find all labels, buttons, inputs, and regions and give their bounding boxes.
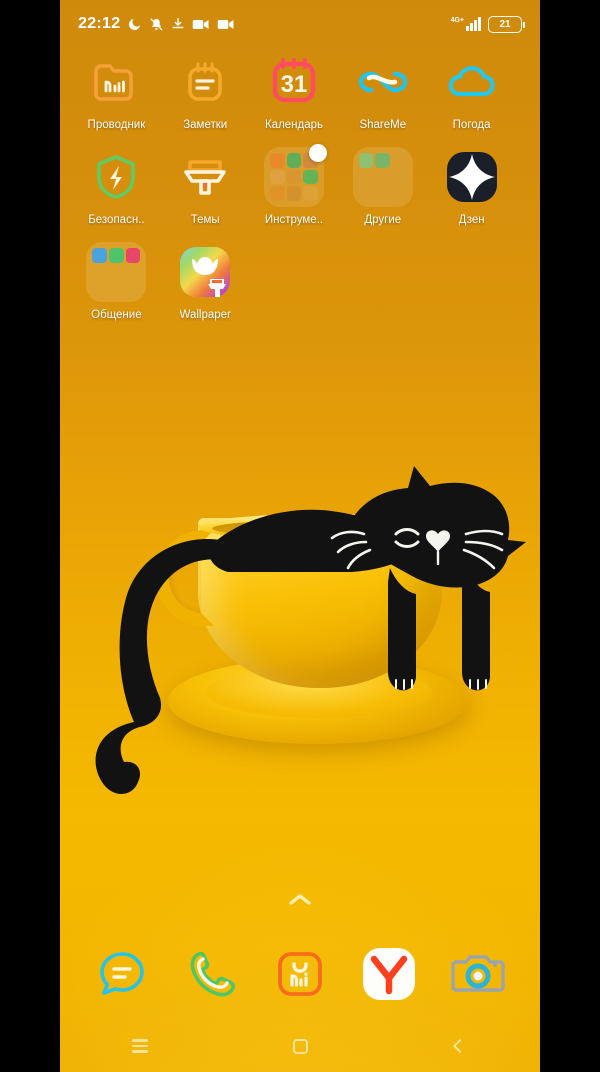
video-recorder-icon bbox=[192, 18, 210, 31]
svg-text:31: 31 bbox=[281, 71, 308, 98]
app-label: Безопасн.. bbox=[88, 214, 145, 226]
app-icon-bezopasnost[interactable]: Безопасн.. bbox=[72, 147, 161, 226]
home-square-icon bbox=[292, 1038, 308, 1054]
nav-button-back[interactable] bbox=[430, 1026, 490, 1066]
mini-app-icon bbox=[286, 169, 302, 185]
app-label: Wallpaper bbox=[179, 309, 231, 321]
file-explorer-mi-folder-icon bbox=[86, 52, 146, 112]
recents-menu-icon bbox=[132, 1039, 148, 1053]
tools-folder-icon bbox=[263, 144, 327, 207]
app-icon-shareme[interactable]: ShareMe bbox=[338, 52, 427, 131]
dock-app-camera[interactable] bbox=[447, 943, 509, 1005]
wallpaper-image bbox=[60, 430, 540, 830]
folder-preview-grid bbox=[263, 144, 327, 207]
app-label: Дзен bbox=[458, 214, 485, 226]
download-icon bbox=[171, 17, 185, 31]
back-chevron-icon bbox=[452, 1038, 468, 1054]
app-label: Другие bbox=[364, 214, 402, 226]
shareme-infinity-icon bbox=[353, 52, 413, 112]
phone-handset-icon bbox=[190, 951, 236, 997]
app-grid: Проводник Заметки 31 Календарь ShareMe П… bbox=[60, 52, 540, 337]
camera-icon bbox=[450, 955, 505, 992]
app-folder-drugie[interactable]: Другие bbox=[338, 147, 427, 226]
moon-dnd-icon bbox=[127, 17, 142, 32]
status-bar-right: 4G+ 21 bbox=[451, 15, 525, 33]
app-icon-temy[interactable]: Темы bbox=[161, 147, 250, 226]
dock-app-yandex-browser[interactable] bbox=[358, 943, 420, 1005]
wallpaper-cat-silhouette bbox=[95, 466, 526, 794]
wallpaper-tulip-icon bbox=[175, 242, 235, 302]
dock-app-phone[interactable] bbox=[180, 943, 242, 1005]
app-icon-pogoda[interactable]: Погода bbox=[427, 52, 516, 131]
messaging-folder-icon bbox=[86, 242, 147, 302]
nav-button-recents[interactable] bbox=[110, 1026, 170, 1066]
app-label: Календарь bbox=[264, 119, 324, 131]
app-row: Проводник Заметки 31 Календарь ShareMe П… bbox=[72, 52, 528, 131]
app-icon-zametki[interactable]: Заметки bbox=[161, 52, 250, 131]
mini-app-icon bbox=[303, 169, 318, 185]
app-icon-provodnik[interactable]: Проводник bbox=[72, 52, 161, 131]
notes-notepad-icon bbox=[175, 52, 235, 112]
status-bar-left: 22:12 bbox=[78, 15, 235, 33]
yandex-browser-y-icon bbox=[362, 948, 415, 1000]
status-bar[interactable]: 22:12 4G+ 21 bbox=[60, 0, 540, 48]
dock bbox=[60, 932, 540, 1016]
mini-app-icon bbox=[269, 186, 285, 201]
video-recorder-icon bbox=[217, 18, 235, 31]
battery-level-label: 21 bbox=[499, 18, 511, 30]
mini-app-icon bbox=[303, 186, 318, 201]
app-label: Общение bbox=[91, 309, 142, 321]
app-row: Общение Wallpaper bbox=[72, 242, 528, 321]
network-type-label: 4G+ bbox=[450, 17, 464, 24]
weather-cloud-icon bbox=[442, 52, 502, 112]
mini-app-icon bbox=[269, 153, 285, 168]
app-icon-kalendar[interactable]: 31 Календарь bbox=[250, 52, 339, 131]
dock-app-mi-apps[interactable] bbox=[269, 943, 331, 1005]
mini-app-icon bbox=[286, 186, 302, 201]
bell-muted-icon bbox=[149, 17, 164, 32]
app-label: Проводник bbox=[87, 119, 146, 131]
mini-app-icon bbox=[125, 248, 141, 263]
folder-preview-grid bbox=[352, 147, 413, 207]
phone-screen: 22:12 4G+ 21 Проводник Заметки 31 Календ… bbox=[60, 0, 540, 1072]
security-shield-icon bbox=[86, 147, 146, 207]
mini-app-icon bbox=[269, 169, 285, 185]
signal-bars-icon: 4G+ bbox=[451, 17, 481, 31]
app-label: ShareMe bbox=[359, 119, 407, 131]
screenshot-canvas: 22:12 4G+ 21 Проводник Заметки 31 Календ… bbox=[0, 0, 600, 1072]
mini-app-icon bbox=[286, 153, 302, 168]
mini-app-icon bbox=[109, 248, 124, 263]
status-bar-clock: 22:12 bbox=[78, 15, 121, 32]
app-label: Инструме.. bbox=[264, 214, 324, 226]
calendar-31-icon: 31 bbox=[264, 52, 324, 112]
navigation-bar bbox=[60, 1020, 540, 1072]
app-row: Безопасн.. Темы Инструме.. Другие Дзен bbox=[72, 144, 528, 226]
mini-app-icon bbox=[92, 248, 108, 263]
app-folder-obshchenie[interactable]: Общение bbox=[72, 242, 161, 321]
mini-app-icon bbox=[392, 153, 407, 168]
app-drawer-indicator[interactable] bbox=[60, 893, 540, 906]
app-folder-instrumenty[interactable]: Инструме.. bbox=[250, 144, 339, 226]
app-label: Заметки bbox=[183, 119, 228, 131]
app-label: Темы bbox=[190, 214, 220, 226]
app-label: Погода bbox=[452, 119, 491, 131]
nav-button-home[interactable] bbox=[270, 1026, 330, 1066]
mini-app-icon bbox=[358, 153, 374, 168]
notification-badge-dot bbox=[308, 144, 327, 162]
mini-app-icon bbox=[375, 153, 391, 168]
themes-brush-icon bbox=[175, 147, 235, 207]
app-icon-wallpaper[interactable]: Wallpaper bbox=[161, 242, 250, 321]
other-folder-icon bbox=[352, 147, 413, 207]
app-icon-dzen[interactable]: Дзен bbox=[427, 147, 516, 226]
battery-icon: 21 bbox=[488, 15, 525, 33]
chevron-up-icon bbox=[289, 894, 311, 905]
dzen-star-icon bbox=[442, 147, 502, 207]
folder-preview-grid bbox=[86, 242, 147, 302]
messages-bubble-icon bbox=[100, 952, 145, 995]
mi-appstore-icon bbox=[278, 952, 322, 996]
dock-app-messages[interactable] bbox=[91, 943, 153, 1005]
